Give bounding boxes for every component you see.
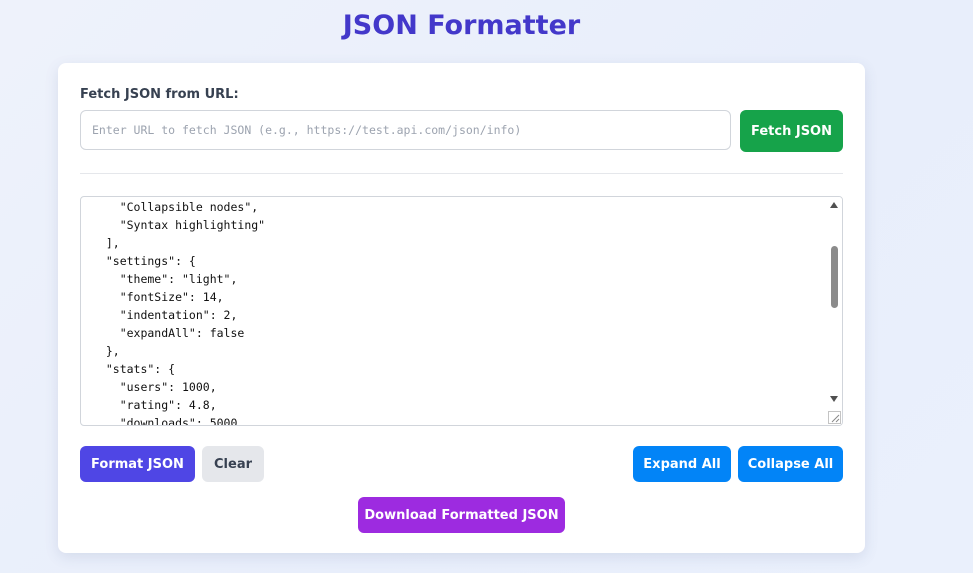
clear-button[interactable]: Clear (202, 446, 264, 482)
code-line: "indentation": 2, (92, 308, 238, 322)
code-line: "rating": 4.8, (92, 398, 217, 412)
format-json-button[interactable]: Format JSON (80, 446, 195, 482)
scroll-down-arrow-icon[interactable] (830, 396, 838, 402)
collapse-all-button[interactable]: Collapse All (738, 446, 843, 482)
code-line: "theme": "light", (92, 272, 238, 286)
expand-all-button[interactable]: Expand All (633, 446, 731, 482)
json-text: "Collapsible nodes", "Syntax highlightin… (92, 198, 266, 426)
code-line: "fontSize": 14, (92, 290, 224, 304)
formatter-card: Fetch JSON from URL: Fetch JSON "Collaps… (58, 63, 865, 553)
download-formatted-json-button[interactable]: Download Formatted JSON (358, 497, 565, 533)
code-line: "stats": { (92, 362, 176, 376)
fetch-json-button[interactable]: Fetch JSON (740, 110, 843, 152)
scrollbar-thumb[interactable] (831, 246, 838, 308)
code-line: "expandAll": false (92, 326, 245, 340)
scroll-up-arrow-icon[interactable] (830, 202, 838, 208)
editor-scrollbar[interactable] (827, 197, 842, 425)
code-line: }, (92, 344, 120, 358)
code-line: ], (92, 236, 120, 250)
fetch-url-label: Fetch JSON from URL: (80, 87, 239, 102)
divider (80, 173, 843, 174)
url-input[interactable] (80, 110, 731, 150)
code-line: "Collapsible nodes", (92, 200, 259, 214)
code-line: "Syntax highlighting" (92, 218, 266, 232)
json-textarea[interactable]: "Collapsible nodes", "Syntax highlightin… (80, 196, 843, 426)
code-line: "downloads": 5000 (92, 416, 238, 426)
resize-grip-icon[interactable] (828, 411, 841, 424)
page-title: JSON Formatter (342, 10, 581, 41)
code-line: "users": 1000, (92, 380, 217, 394)
code-line: "settings": { (92, 254, 196, 268)
